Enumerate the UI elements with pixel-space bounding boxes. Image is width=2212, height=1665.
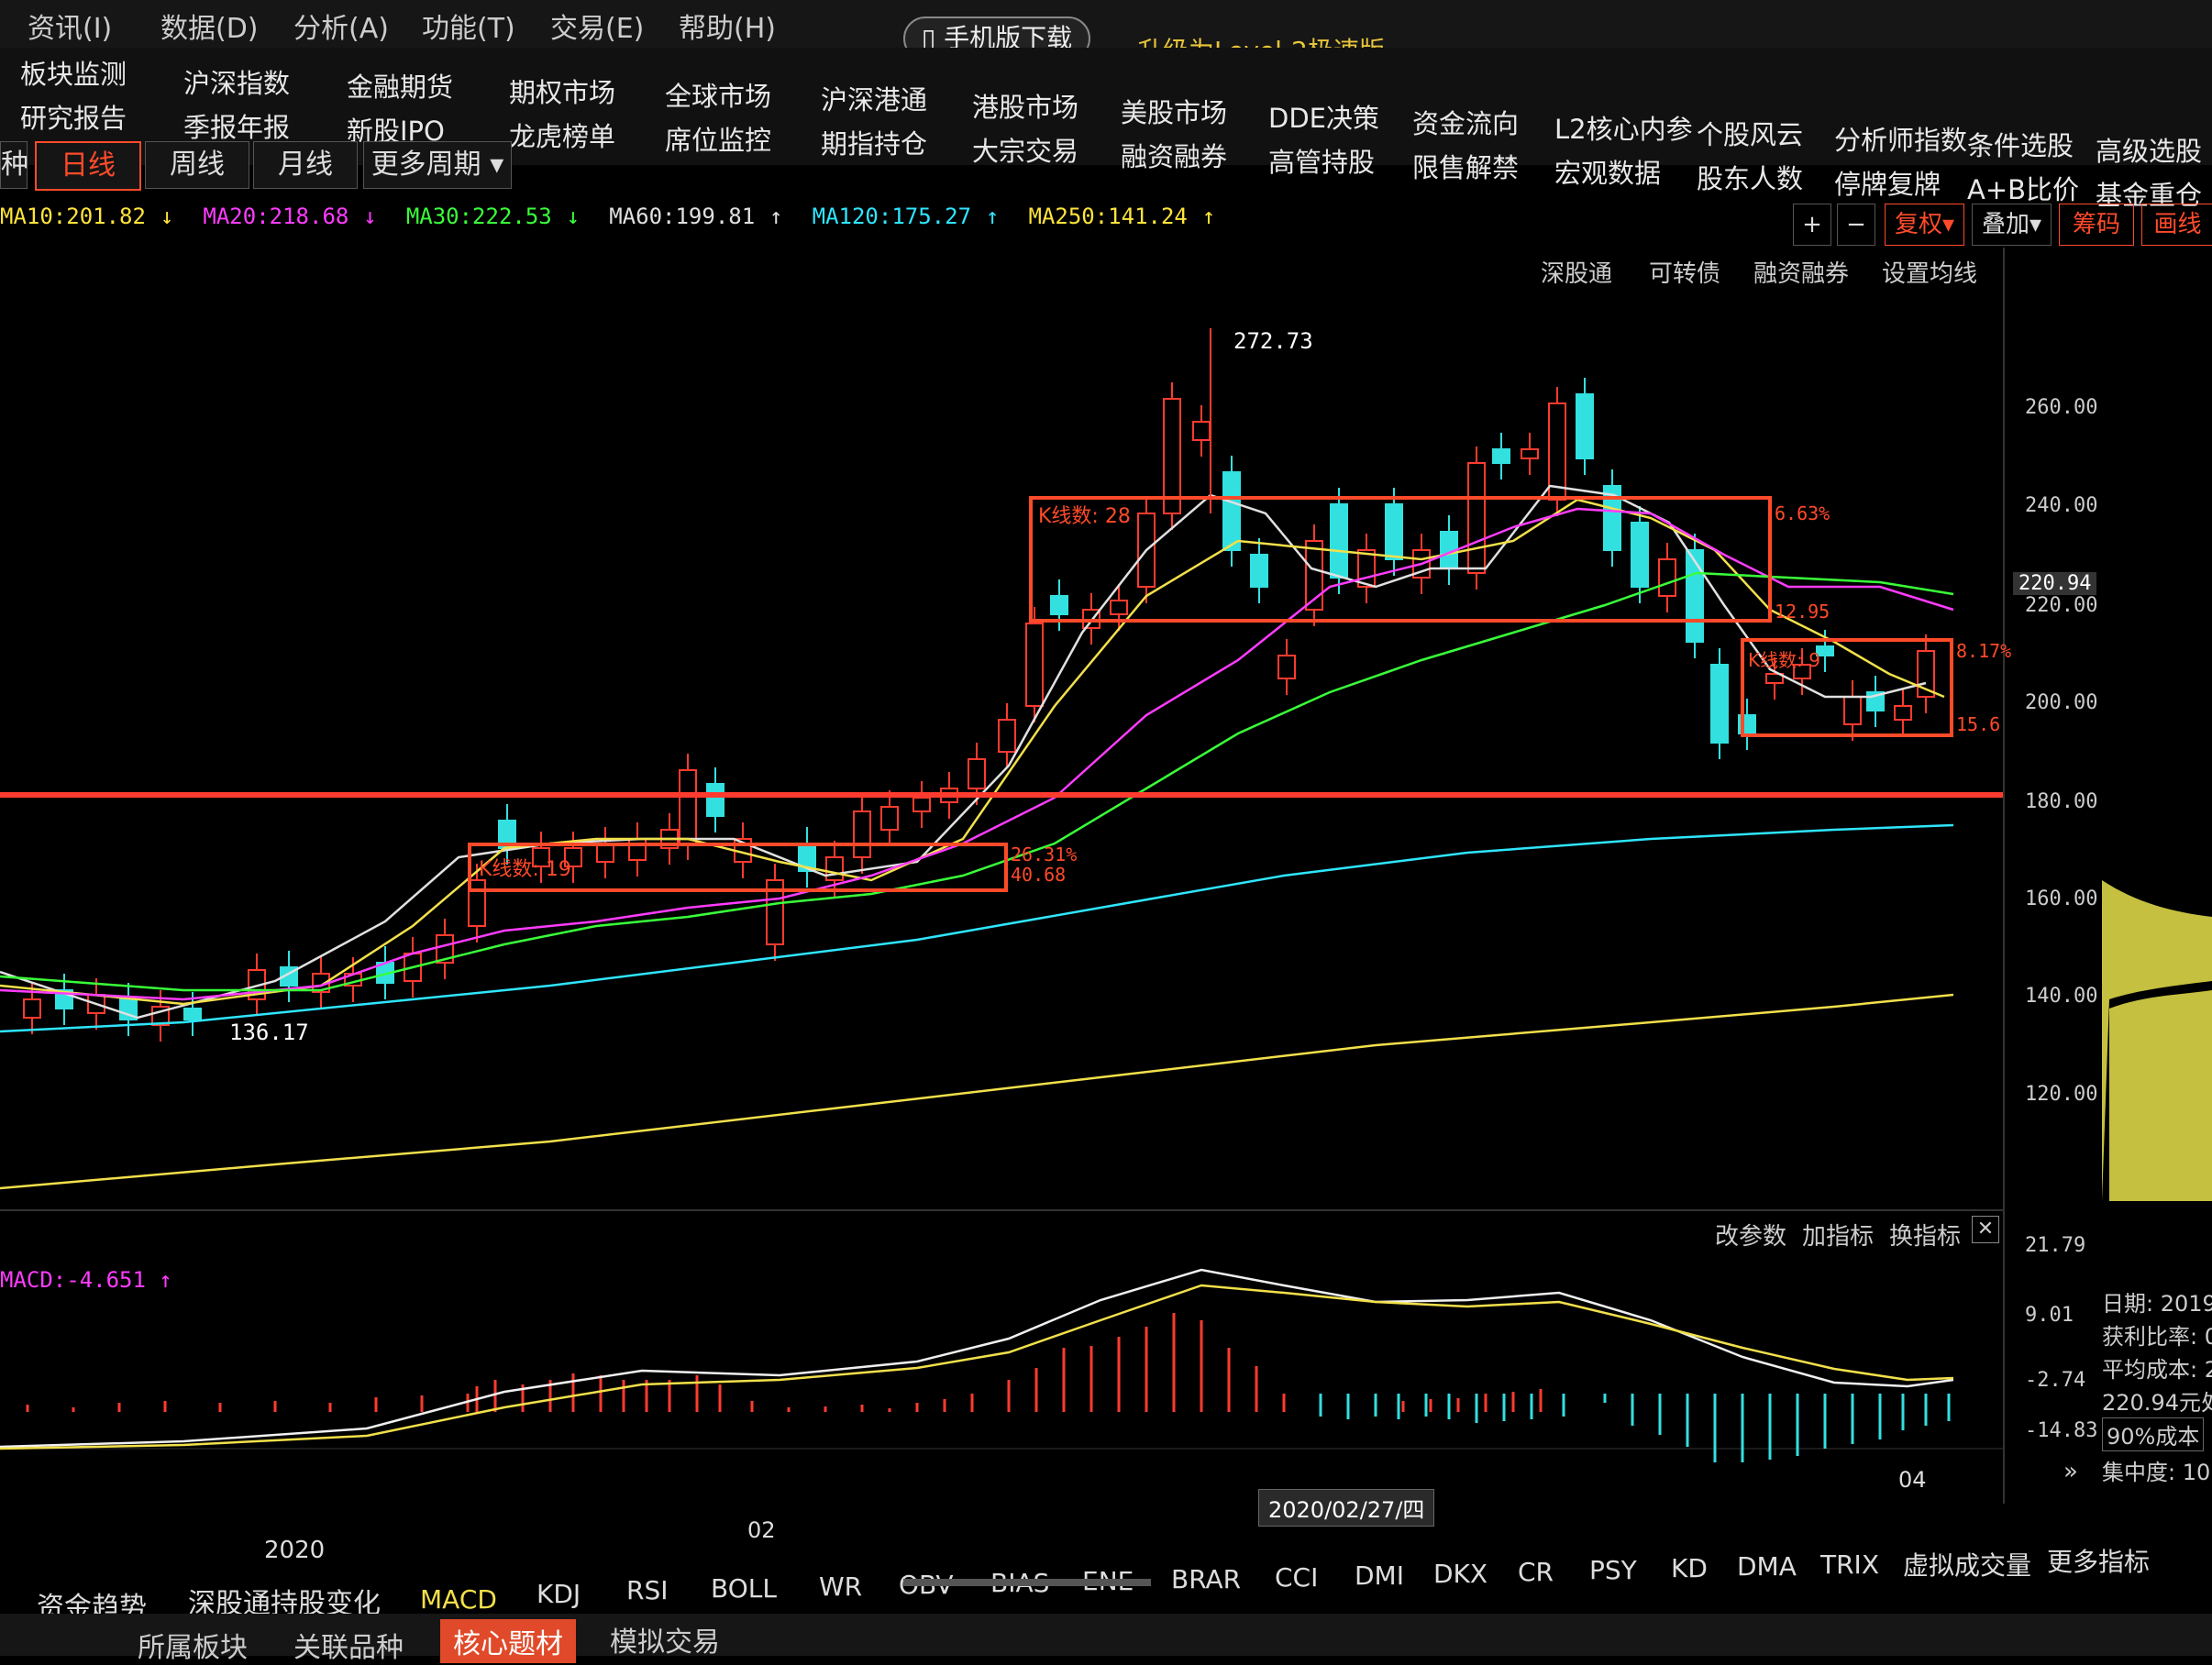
macd-tick-label: -14.83 xyxy=(2025,1419,2098,1442)
horizontal-scrollbar[interactable] xyxy=(903,1579,1151,1586)
candle-body xyxy=(1686,549,1704,643)
double-chevron-right-icon[interactable]: » xyxy=(2063,1458,2078,1485)
candle-body xyxy=(1357,549,1376,588)
indicator-tab[interactable]: 更多指标 xyxy=(2047,1542,2150,1579)
chip-price-note: 220.94元处 xyxy=(2102,1390,2212,1416)
chip-date: 日期: 2019 xyxy=(2102,1291,2212,1317)
range-box-2-pct: 6.63% xyxy=(1775,502,1830,524)
candle-body xyxy=(706,783,724,817)
candle-body xyxy=(628,838,647,861)
price-tick-label: 240.00 xyxy=(2025,494,2098,517)
switch-indicator-button[interactable]: 换指标 xyxy=(1889,1218,1961,1252)
indicator-tab[interactable]: CCI xyxy=(1275,1562,1318,1593)
date-label-02: 02 xyxy=(747,1517,776,1543)
range-box-1-pct: 26.31% xyxy=(1011,844,1078,866)
close-icon[interactable]: ✕ xyxy=(1972,1216,1999,1243)
candle-body xyxy=(825,856,844,881)
price-tick-label: 180.00 xyxy=(2025,790,2098,813)
indicator-tab[interactable]: WR xyxy=(819,1571,862,1602)
tab-related[interactable]: 关联品种 xyxy=(293,1625,404,1665)
candle-body xyxy=(1110,600,1128,615)
range-box-3-val: 15.6 xyxy=(1956,713,2001,735)
indicator-tab[interactable]: DMA xyxy=(1737,1551,1797,1582)
price-tick-label: 200.00 xyxy=(2025,691,2098,714)
indicator-tab[interactable]: DMI xyxy=(1355,1560,1404,1591)
chip-distribution xyxy=(2102,880,2212,1201)
price-tick-label: 260.00 xyxy=(2025,396,2098,419)
indicator-tab[interactable]: PSY xyxy=(1589,1555,1637,1585)
candle-body xyxy=(1192,421,1211,441)
candle-body xyxy=(1492,448,1510,464)
macd-tick-label: 21.79 xyxy=(2025,1234,2086,1257)
chip-avg-cost: 平均成本: 2 xyxy=(2102,1357,2212,1383)
indicator-tab[interactable]: KD xyxy=(1671,1553,1708,1583)
ma120-line xyxy=(0,823,1954,1033)
indicator-tab[interactable]: BOLL xyxy=(711,1573,777,1604)
add-indicator-button[interactable]: 加指标 xyxy=(1802,1218,1874,1252)
candle-body xyxy=(1222,471,1241,551)
chip-profit-ratio: 获利比率: 0 xyxy=(2102,1324,2212,1350)
price-tick-label: 140.00 xyxy=(2025,985,2098,1008)
candle-body xyxy=(1576,393,1594,459)
indicator-tab[interactable]: TRIX xyxy=(1820,1549,1879,1580)
high-price-label: 272.73 xyxy=(1233,328,1313,354)
price-tick-label: 120.00 xyxy=(2025,1083,2098,1106)
candle-body xyxy=(1843,696,1862,725)
tab-sector[interactable]: 所属板块 xyxy=(138,1625,248,1665)
candle-body xyxy=(1277,655,1296,679)
macd-tick-label: 9.01 xyxy=(2025,1304,2074,1327)
current-price-tag: 220.94 xyxy=(2013,572,2097,595)
range-box-1-val: 40.68 xyxy=(1011,864,1067,886)
candle-body xyxy=(1710,664,1729,744)
change-params-button[interactable]: 改参数 xyxy=(1715,1218,1786,1252)
range-box-2-val: 12.95 xyxy=(1775,601,1830,623)
cursor-date-tag: 2020/02/27/四 xyxy=(1258,1489,1435,1527)
candle-body xyxy=(968,758,986,789)
range-box-3-pct: 8.17% xyxy=(1956,640,2012,662)
price-tick-label: 160.00 xyxy=(2025,888,2098,910)
candle-body xyxy=(880,806,899,831)
candle-body xyxy=(1330,503,1348,579)
range-box-1-label: K线数: 19 xyxy=(479,858,571,881)
indicator-tab[interactable]: 虚拟成交量 xyxy=(1903,1546,2031,1582)
tab-core-theme[interactable]: 核心题材 xyxy=(440,1619,576,1663)
date-label-2020: 2020 xyxy=(264,1537,326,1564)
kline-chart[interactable] xyxy=(0,0,2212,1656)
ma20-line xyxy=(0,498,1945,1006)
candle-body xyxy=(853,810,871,858)
candle-body xyxy=(1658,558,1676,597)
indicator-tab[interactable]: DKX xyxy=(1433,1559,1488,1589)
candle-body xyxy=(1894,705,1912,721)
candle-body xyxy=(183,1008,202,1020)
candle-body xyxy=(998,719,1016,753)
indicator-tab[interactable]: MACD xyxy=(420,1584,497,1615)
candle-body xyxy=(1025,623,1044,707)
range-box-3-label: K线数: 9 xyxy=(1748,649,1820,671)
indicator-tab[interactable]: RSI xyxy=(626,1575,669,1605)
range-box-2-label: K线数: 28 xyxy=(1038,505,1131,528)
chip-concentration: 集中度: 10. xyxy=(2102,1460,2212,1485)
candle-body xyxy=(1385,503,1403,560)
candle-body xyxy=(1467,462,1486,574)
chip-cost-select[interactable]: 90%成本 xyxy=(2102,1417,2205,1451)
candle-body xyxy=(912,797,931,812)
macd-value-label: MACD:-4.651 ↑ xyxy=(0,1267,172,1293)
candle-body xyxy=(1631,522,1649,588)
indicator-tab[interactable]: KDJ xyxy=(536,1579,581,1609)
candle-body xyxy=(679,769,697,844)
indicator-tab[interactable]: CR xyxy=(1518,1557,1554,1587)
price-tick-label: 220.00 xyxy=(2025,594,2098,617)
candle-body xyxy=(1521,448,1539,459)
tab-simulated-trade[interactable]: 模拟交易 xyxy=(610,1619,720,1659)
arrow-up-icon: ↑ xyxy=(159,1267,172,1293)
candle-body xyxy=(1050,595,1068,615)
date-label-04: 04 xyxy=(1898,1467,1927,1493)
low-price-label: 136.17 xyxy=(229,1020,309,1045)
candle-body xyxy=(23,998,41,1019)
candle-body xyxy=(1250,554,1268,588)
indicator-tab[interactable]: BRAR xyxy=(1171,1564,1241,1594)
macd-tick-label: -2.74 xyxy=(2025,1369,2086,1392)
